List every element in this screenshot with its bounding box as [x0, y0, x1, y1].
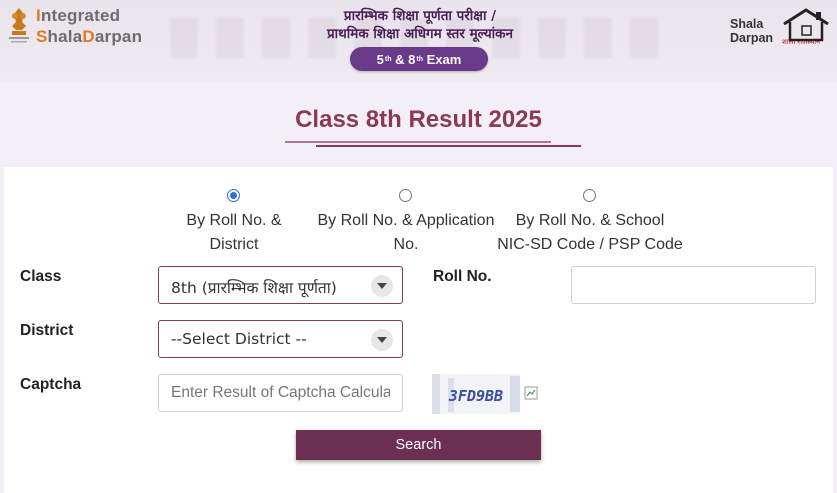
- captcha-input[interactable]: [158, 374, 403, 412]
- header-hindi-line-2: प्राथमिक शिक्षा अधिगम स्तर मूल्यांकन: [326, 26, 514, 42]
- radio-roll-district[interactable]: [227, 189, 240, 202]
- brand-line-2: ShalaDarpan: [36, 27, 143, 46]
- radio-roll-school[interactable]: [583, 189, 596, 202]
- class-select[interactable]: 8th (प्रारम्भिक शिक्षा पूर्णता): [158, 266, 403, 304]
- exam-badge: 5th & 8th Exam: [350, 47, 488, 71]
- chevron-down-icon: [371, 329, 393, 351]
- site-header: Integrated ShalaDarpan प्रारम्भिक शिक्षा…: [0, 0, 837, 82]
- shala-darpan-logo: Shala Darpan शाला राजस्थान: [728, 8, 832, 48]
- emblem-icon: [9, 8, 29, 43]
- logo-text-line-1: Shala: [730, 17, 764, 31]
- search-button[interactable]: Search: [296, 430, 541, 460]
- chevron-down-icon: [371, 275, 393, 297]
- radio-label-roll-application[interactable]: By Roll No. & Application No.: [306, 209, 506, 257]
- roll-no-input[interactable]: [571, 266, 816, 304]
- roll-no-label: Roll No.: [433, 268, 492, 285]
- brand-line-1: Integrated: [36, 6, 121, 25]
- logo-text-line-2: Darpan: [730, 31, 774, 45]
- page-title: Class 8th Result 2025: [295, 106, 542, 133]
- title-underline-accent: [316, 145, 581, 147]
- district-label: District: [20, 322, 74, 339]
- radio-label-roll-district[interactable]: By Roll No. & District: [165, 209, 303, 257]
- radio-label-roll-school[interactable]: By Roll No. & School NIC-SD Code / PSP Co…: [490, 209, 690, 257]
- broken-image-icon: [524, 386, 538, 400]
- radio-roll-application[interactable]: [399, 189, 412, 202]
- house-icon: [783, 8, 829, 42]
- header-hindi-line-1: प्रारम्भिक शिक्षा पूर्णता परीक्षा /: [343, 8, 497, 24]
- class-label: Class: [20, 268, 62, 285]
- class-select-value: 8th (प्रारम्भिक शिक्षा पूर्णता): [171, 279, 337, 297]
- captcha-image: 3FD9BB: [432, 374, 520, 414]
- title-underline: [285, 141, 551, 143]
- district-select-value: --Select District --: [171, 330, 307, 348]
- captcha-label: Captcha: [20, 376, 82, 393]
- district-select[interactable]: --Select District --: [158, 320, 403, 358]
- captcha-text: 3FD9BB: [448, 387, 503, 405]
